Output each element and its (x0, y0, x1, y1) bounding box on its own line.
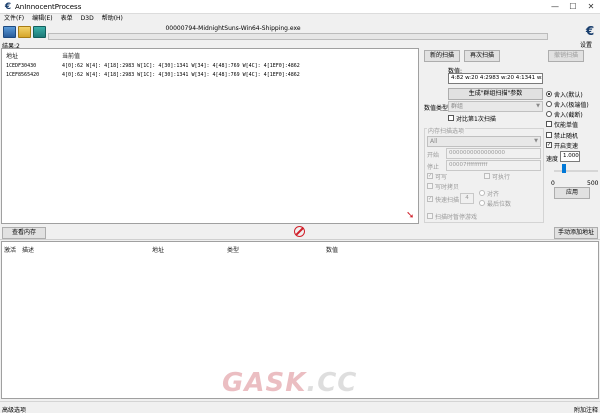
chevron-down-icon: ▼ (536, 103, 540, 109)
table-extras-link[interactable]: 附加注释 (574, 405, 598, 413)
watermark-tld: .CC (306, 368, 358, 398)
table-row[interactable]: 1CEF8565420 4[0]:62 W[4]: 4[18]:2983 W[1… (6, 72, 416, 79)
compare-first-checkbox[interactable] (448, 115, 454, 121)
watermark: GASK.CC (222, 368, 357, 398)
menu-d3d[interactable]: D3D (77, 14, 98, 24)
round-default-radio[interactable] (546, 91, 552, 97)
next-scan-button[interactable]: 再次扫描 (464, 50, 500, 62)
scan-results-list[interactable]: 地址 当前值 1CEDF30430 4[0]:62 W[4]: 4[18]:29… (1, 48, 419, 224)
advanced-options-link[interactable]: 高级选项 (2, 405, 26, 413)
slider-min-label: 0 (551, 180, 555, 187)
fast-scan-label: 快速扫描 (435, 197, 460, 204)
scan-progress-bar (48, 33, 548, 40)
writable-label: 可写 (435, 174, 448, 181)
unicode-checkbox[interactable] (546, 121, 552, 127)
speed-slider-thumb[interactable] (562, 164, 566, 173)
fast-scan-alignment-input[interactable]: 4 (460, 193, 474, 204)
executable-label: 可执行 (492, 174, 511, 181)
compare-first-label: 对比第1次扫描 (456, 116, 496, 123)
scan-value-input[interactable]: 4:82 w:20 4:2983 w:20 4:1341 w:20 4:769 … (448, 73, 543, 84)
generate-group-params-button[interactable]: 生成"群组扫描"参数 (448, 88, 543, 100)
speed-label: 速度 (546, 156, 559, 163)
column-address[interactable]: 地址 (152, 245, 164, 254)
stop-address-input[interactable]: 00007fffffffffff (446, 160, 541, 171)
add-to-list-arrow-icon[interactable]: ➘ (406, 210, 418, 222)
close-button[interactable]: ✕ (584, 1, 598, 13)
splitter[interactable] (0, 239, 600, 240)
value-type-value: 群组 (451, 103, 464, 110)
round-extreme-radio[interactable] (546, 101, 552, 107)
round-extreme-label: 舍入(极端值) (554, 102, 589, 109)
memory-options-label: 内存扫描选项 (427, 126, 466, 135)
speed-slider-track[interactable] (554, 170, 598, 172)
column-type[interactable]: 类型 (227, 245, 239, 254)
column-active[interactable]: 激活 (4, 245, 16, 254)
stop-label: 停止 (427, 164, 440, 171)
new-scan-button[interactable]: 新的扫描 (424, 50, 460, 62)
executable-checkbox[interactable] (484, 173, 490, 179)
align-label: 对齐 (487, 191, 500, 198)
undo-scan-button[interactable]: 撤销扫描 (548, 50, 584, 62)
clear-list-icon[interactable] (294, 226, 305, 237)
unicode-label: 仅能单值 (554, 122, 579, 129)
slider-max-label: 500 (587, 180, 599, 187)
view-memory-button[interactable]: 查看内存 (2, 227, 46, 239)
writable-checkbox[interactable]: ✓ (427, 173, 433, 179)
add-address-manually-button[interactable]: 手动添加地址 (554, 227, 598, 239)
pause-game-label: 扫描时暂停游戏 (435, 214, 478, 221)
row-value: 4[0]:62 W[4]: 4[18]:2983 W[1C]: 4[30]:13… (62, 63, 300, 69)
apply-speed-button[interactable]: 应用 (554, 187, 590, 199)
memory-region-value: All (430, 138, 438, 145)
computer-icon[interactable] (3, 26, 16, 38)
cheat-engine-logo[interactable]: € (583, 24, 597, 38)
truncate-radio[interactable] (546, 111, 552, 117)
copy-on-write-checkbox[interactable] (427, 183, 433, 189)
round-default-label: 舍入(默认) (554, 92, 583, 99)
window-title: AnInnocentProcess (15, 3, 82, 11)
speedhack-checkbox[interactable]: ✓ (546, 142, 552, 148)
pause-game-checkbox[interactable] (427, 213, 433, 219)
column-description[interactable]: 描述 (22, 245, 34, 254)
settings-label[interactable]: 设置 (580, 40, 592, 49)
fast-scan-checkbox[interactable]: ✓ (427, 196, 433, 202)
menu-bar: 文件(F) 编辑(E) 表单 D3D 帮助(H) (0, 14, 600, 24)
speedhack-label: 开启变速 (554, 143, 579, 150)
value-type-select[interactable]: 群组 ▼ (448, 101, 543, 112)
status-bar: 高级选项 附加注释 (0, 401, 600, 413)
memory-region-select[interactable]: All ▼ (427, 136, 541, 147)
minimize-button[interactable]: — (548, 1, 562, 13)
menu-help[interactable]: 帮助(H) (98, 14, 127, 24)
row-address: 1CEDF30430 (6, 63, 37, 69)
menu-table[interactable]: 表单 (57, 14, 77, 24)
start-label: 开始 (427, 152, 440, 159)
open-folder-icon[interactable] (18, 26, 31, 38)
watermark-brand: GASK (222, 368, 307, 398)
speed-input[interactable]: 1.000 (560, 151, 580, 162)
row-value: 4[0]:62 W[4]: 4[18]:2983 W[1C]: 4[30]:13… (62, 72, 300, 78)
column-address[interactable]: 地址 (6, 51, 18, 60)
copy-on-write-label: 写时拷贝 (435, 184, 460, 191)
save-disk-icon[interactable] (33, 26, 46, 38)
menu-file[interactable]: 文件(F) (0, 14, 28, 24)
value-type-label: 数值类型 (424, 105, 449, 112)
menu-edit[interactable]: 编辑(E) (28, 14, 56, 24)
table-row[interactable]: 1CEDF30430 4[0]:62 W[4]: 4[18]:2983 W[1C… (6, 63, 416, 70)
last-digits-radio[interactable] (479, 200, 485, 206)
title-bar: € AnInnocentProcess — ☐ ✕ (0, 0, 600, 14)
truncate-label: 舍入(截断) (554, 112, 583, 119)
cheat-engine-icon: € (4, 2, 12, 12)
last-digits-label: 最后位数 (487, 201, 512, 208)
chevron-down-icon: ▼ (534, 138, 538, 144)
column-value[interactable]: 数值 (326, 245, 338, 254)
start-address-input[interactable]: 0000000000000000 (446, 148, 541, 159)
maximize-button[interactable]: ☐ (566, 1, 580, 13)
column-value[interactable]: 当前值 (62, 51, 80, 60)
align-radio[interactable] (479, 190, 485, 196)
no-random-label: 禁止随机 (554, 133, 579, 140)
row-address: 1CEF8565420 (6, 72, 40, 78)
no-random-checkbox[interactable] (546, 132, 552, 138)
process-name: 00000794-MidnightSuns-Win64-Shipping.exe (165, 25, 301, 32)
